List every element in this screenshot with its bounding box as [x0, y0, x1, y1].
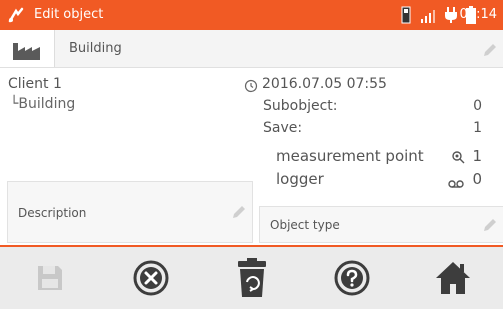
- logger-count: 0: [472, 170, 482, 188]
- status-bar: Edit object 09:14: [0, 0, 503, 30]
- bottom-toolbar: [0, 245, 503, 309]
- created-datetime: 2016.07.05 07:55: [262, 76, 387, 92]
- description-field[interactable]: Description: [7, 181, 253, 243]
- signal-icon: [420, 6, 436, 28]
- logger-label: logger: [276, 170, 324, 188]
- memory-card-icon: [401, 6, 411, 28]
- factory-icon: [12, 39, 42, 65]
- edit-object-type-pencil-icon[interactable]: [483, 217, 497, 231]
- help-button[interactable]: [302, 247, 402, 309]
- save-button[interactable]: [0, 247, 100, 309]
- edit-description-pencil-icon[interactable]: [232, 204, 246, 218]
- clock-icon: [244, 78, 258, 97]
- description-label: Description: [18, 206, 87, 220]
- delete-button[interactable]: [202, 247, 302, 309]
- object-name-row[interactable]: Building: [0, 30, 503, 68]
- meter-app-icon: [8, 7, 28, 27]
- subobject-count: 0: [473, 98, 482, 114]
- save-label: Save:: [263, 120, 303, 136]
- save-count: 1: [473, 120, 482, 136]
- window-title: Edit object: [34, 7, 104, 22]
- object-type-label: Object type: [270, 218, 340, 232]
- clock: 09:14: [459, 7, 497, 22]
- measurement-point-count: 1: [472, 147, 482, 165]
- subobject-label: Subobject:: [263, 98, 338, 114]
- power-plug-icon: [444, 6, 458, 28]
- object-type-button[interactable]: [0, 30, 55, 67]
- edit-name-pencil-icon[interactable]: [483, 42, 497, 56]
- cancel-button[interactable]: [101, 247, 201, 309]
- object-name: Building: [69, 41, 122, 56]
- client-name: Client 1: [8, 76, 62, 92]
- object-type-field[interactable]: Object type: [259, 206, 503, 243]
- home-button[interactable]: [403, 247, 503, 309]
- measurement-point-label: measurement point: [276, 147, 424, 165]
- subobject-path: └Building: [10, 96, 76, 112]
